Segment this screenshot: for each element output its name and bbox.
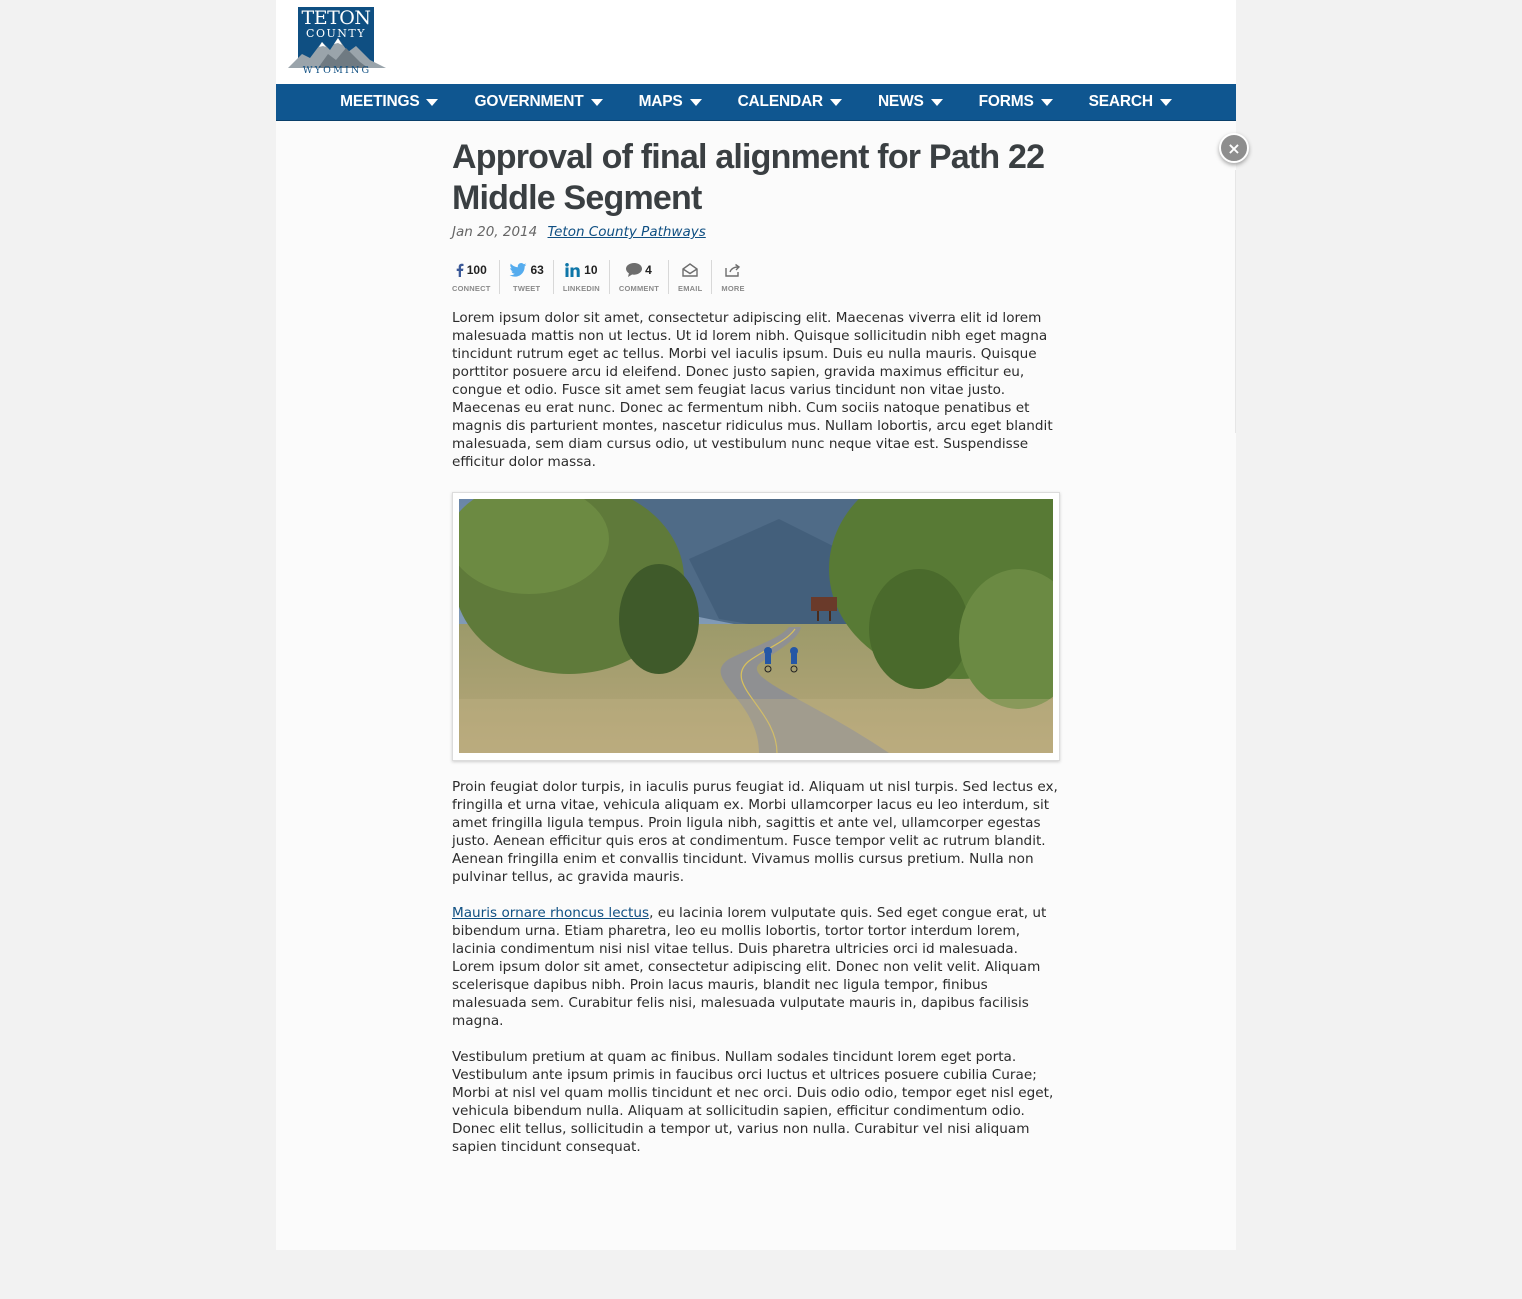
- email-icon: [682, 263, 698, 277]
- panel-edge-divider: [1235, 170, 1236, 433]
- site-header: TETON COUNTY WYOMING: [276, 0, 1236, 84]
- share-count: 100: [466, 263, 487, 277]
- caret-down-icon: [930, 99, 943, 106]
- teton-county-logo[interactable]: TETON COUNTY WYOMING: [288, 6, 386, 76]
- share-label: CONNECT: [452, 284, 491, 293]
- article-paragraph-1: Lorem ipsum dolor sit amet, consectetur …: [452, 310, 1053, 470]
- article-paragraph-4: Vestibulum pretium at quam ac finibus. N…: [452, 1049, 1054, 1155]
- article-date: Jan 20, 2014: [452, 224, 538, 240]
- article-meta: Jan 20, 2014 Teton County Pathways: [452, 224, 706, 240]
- share-label: TWEET: [513, 284, 541, 293]
- nav-label: CALENDAR: [737, 93, 824, 110]
- close-button[interactable]: ×: [1219, 133, 1249, 163]
- nav-item-news[interactable]: NEWS: [860, 84, 961, 120]
- linkedin-icon: [565, 263, 580, 277]
- caret-down-icon: [1040, 99, 1053, 106]
- nav-item-maps[interactable]: MAPS: [621, 84, 720, 120]
- share-count: 10: [584, 263, 598, 277]
- nav-label: GOVERNMENT: [474, 93, 584, 110]
- share-label: MORE: [721, 284, 745, 293]
- share-comment-button[interactable]: 4 COMMENT: [610, 260, 670, 294]
- caret-down-icon: [829, 99, 842, 106]
- nav-item-calendar[interactable]: CALENDAR: [720, 84, 860, 120]
- share-email-button[interactable]: EMAIL: [669, 260, 713, 294]
- twitter-icon: [510, 263, 527, 277]
- article-image-frame: [452, 492, 1060, 761]
- nav-label: FORMS: [978, 93, 1034, 110]
- nav-item-search[interactable]: SEARCH: [1071, 84, 1190, 120]
- share-bar: 100 CONNECT 63 TWEET 10 LINKEDIN 4 COMME…: [452, 260, 754, 296]
- article-source-link[interactable]: Teton County Pathways: [548, 224, 706, 240]
- inline-article-link[interactable]: Mauris ornare rhoncus lectus: [452, 905, 649, 921]
- nav-item-government[interactable]: GOVERNMENT: [456, 84, 620, 120]
- share-label: EMAIL: [678, 284, 703, 293]
- article-paragraph-2: Proin feugiat dolor turpis, in iaculis p…: [452, 779, 1058, 885]
- nav-label: NEWS: [877, 93, 924, 110]
- nav-label: MEETINGS: [340, 93, 420, 110]
- nav-item-forms[interactable]: FORMS: [961, 84, 1071, 120]
- share-facebook-button[interactable]: 100 CONNECT: [452, 260, 501, 294]
- share-count: 4: [645, 263, 652, 277]
- caret-down-icon: [590, 99, 603, 106]
- caret-down-icon: [1159, 99, 1172, 106]
- share-icon: [725, 263, 741, 277]
- comment-icon: [626, 263, 643, 277]
- nav-item-meetings[interactable]: MEETINGS: [322, 84, 456, 120]
- facebook-icon: [456, 263, 464, 277]
- nav-label: MAPS: [638, 93, 683, 110]
- caret-down-icon: [426, 99, 439, 106]
- share-count: 63: [530, 263, 544, 277]
- bike-path-photo: [459, 499, 1053, 753]
- share-linkedin-button[interactable]: 10 LINKEDIN: [554, 260, 610, 294]
- paragraph-text: , eu lacinia lorem vulputate quis. Sed e…: [452, 905, 1047, 1029]
- mountain-icon: [288, 38, 386, 68]
- logo-text-wyoming: WYOMING: [302, 65, 372, 76]
- main-nav: MEETINGS GOVERNMENT MAPS CALENDAR NEWS F…: [276, 84, 1236, 121]
- share-label: COMMENT: [618, 284, 660, 293]
- caret-down-icon: [689, 99, 702, 106]
- share-more-button[interactable]: MORE: [712, 260, 753, 294]
- share-twitter-button[interactable]: 63 TWEET: [500, 260, 554, 294]
- article-title: Approval of final alignment for Path 22 …: [452, 138, 1045, 217]
- article-paragraph-3: Mauris ornare rhoncus lectus, eu lacinia…: [452, 904, 1062, 1030]
- nav-label: SEARCH: [1088, 93, 1153, 110]
- share-label: LINKEDIN: [562, 284, 600, 293]
